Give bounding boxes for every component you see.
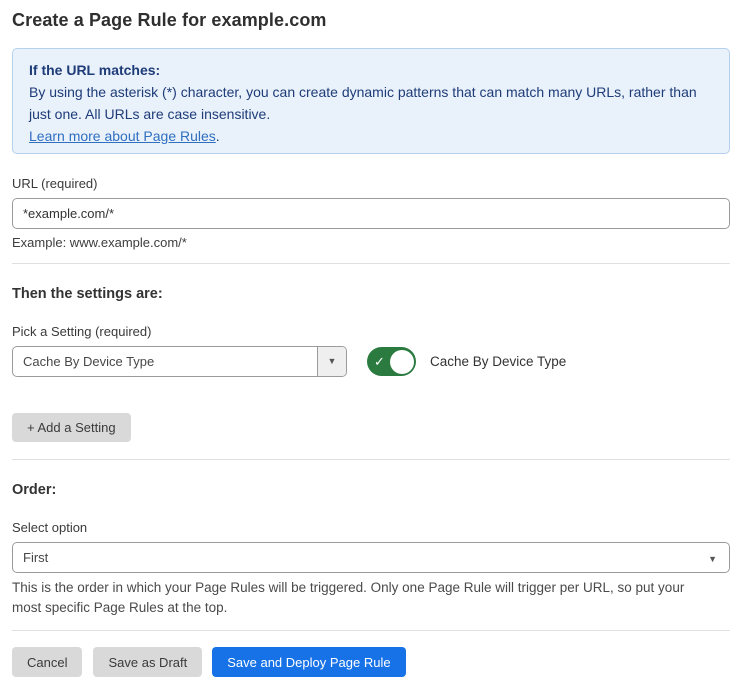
setting-select[interactable]: Cache By Device Type ▼ [12,346,347,377]
info-box-body: By using the asterisk (*) character, you… [29,81,713,125]
order-select-value: First [13,550,708,565]
footer-buttons: Cancel Save as Draft Save and Deploy Pag… [12,647,730,677]
chevron-down-icon: ▼ [328,357,337,366]
setting-select-arrow-cell[interactable]: ▼ [317,347,346,376]
order-select-label: Select option [12,520,730,535]
info-box-link-line: Learn more about Page Rules. [29,125,713,147]
learn-more-link[interactable]: Learn more about Page Rules [29,128,216,144]
order-helper-text: This is the order in which your Page Rul… [12,578,717,618]
page-title: Create a Page Rule for example.com [12,0,730,31]
pick-setting-label: Pick a Setting (required) [12,324,730,339]
order-select-arrow: ▼ [708,550,729,565]
save-deploy-button[interactable]: Save and Deploy Page Rule [212,647,405,677]
url-match-info-box: If the URL matches: By using the asteris… [12,48,730,154]
divider [12,630,730,631]
cache-device-toggle[interactable]: ✓ [367,347,416,376]
settings-section-heading: Then the settings are: [12,286,730,302]
divider [12,263,730,264]
info-box-heading: If the URL matches: [29,59,713,81]
page-rule-form: Create a Page Rule for example.com If th… [12,0,730,677]
link-period: . [216,128,220,144]
url-input[interactable] [12,198,730,229]
setting-row: Cache By Device Type ▼ ✓ Cache By Device… [12,346,730,377]
toggle-label: Cache By Device Type [430,354,566,369]
chevron-down-icon: ▼ [708,554,717,564]
cancel-button[interactable]: Cancel [12,647,82,677]
check-icon: ✓ [374,355,385,368]
setting-select-value: Cache By Device Type [13,354,317,369]
url-field-label: URL (required) [12,176,730,191]
add-setting-button[interactable]: + Add a Setting [12,413,131,442]
order-select[interactable]: First ▼ [12,542,730,573]
url-example-helper: Example: www.example.com/* [12,235,730,250]
divider [12,459,730,460]
toggle-knob [390,350,414,374]
save-draft-button[interactable]: Save as Draft [93,647,202,677]
order-section-heading: Order: [12,482,730,498]
